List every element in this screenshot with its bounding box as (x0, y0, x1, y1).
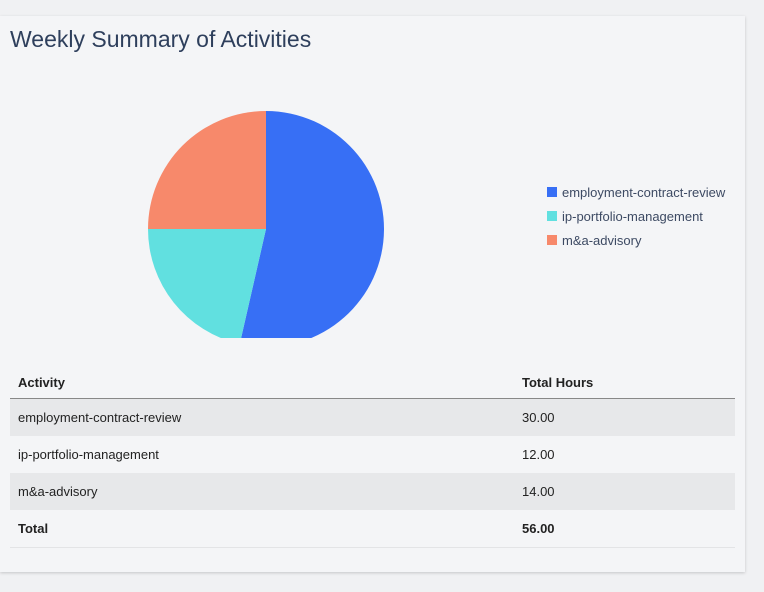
legend-label: ip-portfolio-management (562, 208, 703, 224)
legend-swatch (547, 187, 557, 197)
table-row: employment-contract-review 30.00 (10, 398, 735, 436)
total-value: 56.00 (514, 510, 735, 548)
hours-cell: 14.00 (514, 473, 735, 510)
legend-item[interactable]: ip-portfolio-management (547, 204, 725, 228)
legend-item[interactable]: m&a-advisory (547, 228, 725, 252)
header-activity: Activity (10, 366, 514, 399)
summary-card: Weekly Summary of Activities employment-… (0, 16, 745, 572)
legend-label: m&a-advisory (562, 232, 642, 248)
table-row: m&a-advisory 14.00 (10, 473, 735, 510)
total-label: Total (10, 510, 514, 548)
activity-cell: ip-portfolio-management (18, 447, 159, 462)
table-header-row: Activity Total Hours (10, 366, 735, 399)
activity-table: Activity Total Hours employment-contract… (10, 366, 735, 548)
hours-cell: 30.00 (514, 398, 735, 436)
table-row: ip-portfolio-management 12.00 (10, 436, 735, 473)
hours-cell: 12.00 (522, 447, 555, 462)
activity-cell: employment-contract-review (10, 398, 514, 436)
pie-slice-m-a-advisory[interactable] (148, 111, 266, 229)
page-title: Weekly Summary of Activities (10, 26, 312, 52)
legend-swatch (547, 235, 557, 245)
header-total-hours: Total Hours (514, 366, 735, 399)
legend-item[interactable]: employment-contract-review (547, 180, 725, 204)
pie-chart (148, 111, 384, 338)
legend-label: employment-contract-review (562, 184, 726, 200)
legend-swatch (547, 211, 557, 221)
activity-cell: m&a-advisory (10, 473, 514, 510)
total-row: Total 56.00 (10, 510, 735, 548)
chart-legend: employment-contract-review ip-portfolio-m… (547, 180, 725, 252)
